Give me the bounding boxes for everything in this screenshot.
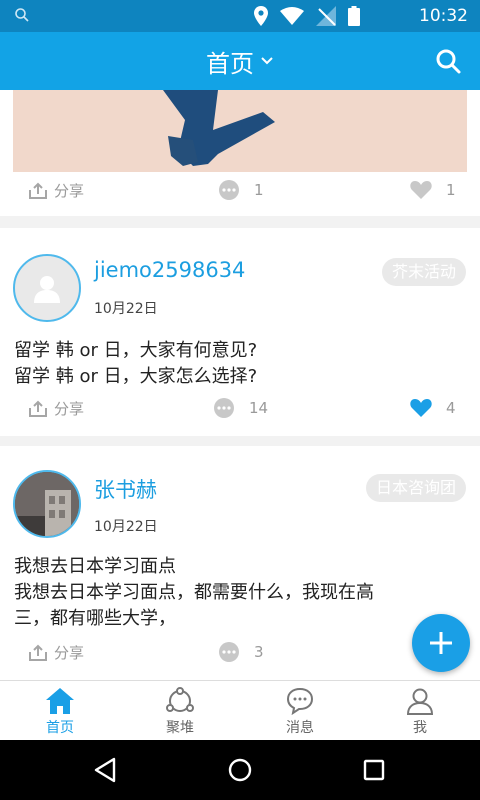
post-image[interactable] bbox=[13, 90, 467, 172]
avatar-photo bbox=[15, 472, 79, 536]
post-text-line: 我想去日本学习面点 bbox=[14, 556, 176, 577]
home-icon bbox=[46, 688, 74, 714]
post-body[interactable]: 我想去日本学习面点 我想去日本学习面点，都需要什么，我现在高 三，都有哪些大学， bbox=[14, 554, 454, 632]
comment-count: 3 bbox=[254, 643, 264, 661]
wifi-icon bbox=[280, 7, 304, 25]
share-button[interactable]: 分享 bbox=[28, 398, 84, 419]
avatar[interactable] bbox=[13, 470, 81, 538]
post-text-line: 留学 韩 or 日，大家有何意见? bbox=[14, 340, 258, 361]
tab-group[interactable]: 聚堆 bbox=[120, 681, 240, 741]
group-icon bbox=[166, 687, 194, 712]
feed-list[interactable]: 分享 1 1 jiemo2598634 10月22日 芥末活动 留学 韩 or … bbox=[0, 90, 480, 680]
search-small-icon bbox=[15, 8, 29, 22]
post-text-line: 三，都有哪些大学， bbox=[14, 608, 176, 629]
post-card[interactable]: jiemo2598634 10月22日 芥末活动 留学 韩 or 日，大家有何意… bbox=[0, 228, 480, 436]
bottom-tab-bar: 首页 聚堆 消息 我 bbox=[0, 680, 480, 740]
comment-count: 1 bbox=[254, 181, 264, 199]
home-button-icon[interactable] bbox=[226, 756, 254, 784]
like-count: 4 bbox=[446, 399, 456, 417]
post-text-line: 留学 韩 or 日，大家怎么选择? bbox=[14, 366, 258, 387]
post-username[interactable]: 张书赫 bbox=[94, 474, 157, 504]
tab-home[interactable]: 首页 bbox=[0, 681, 120, 741]
tab-me[interactable]: 我 bbox=[360, 681, 480, 741]
comment-count: 14 bbox=[249, 399, 269, 417]
page-title-dropdown[interactable]: 首页 bbox=[0, 32, 480, 90]
share-icon bbox=[29, 644, 47, 661]
comment-button[interactable]: 1 bbox=[218, 180, 264, 200]
add-post-button[interactable] bbox=[412, 614, 470, 672]
app-bar: 首页 bbox=[0, 32, 480, 90]
like-count: 1 bbox=[446, 181, 456, 199]
plus-icon bbox=[430, 632, 452, 654]
share-label: 分享 bbox=[54, 182, 85, 200]
comment-icon bbox=[219, 180, 239, 200]
tab-label: 消息 bbox=[286, 720, 314, 736]
tab-messages[interactable]: 消息 bbox=[240, 681, 360, 741]
tab-label: 首页 bbox=[46, 720, 74, 736]
post-date: 10月22日 bbox=[94, 301, 158, 317]
back-icon[interactable] bbox=[92, 756, 120, 784]
share-button[interactable]: 分享 bbox=[28, 642, 84, 663]
location-icon bbox=[254, 6, 268, 26]
comment-icon bbox=[219, 642, 239, 662]
post-card[interactable]: 张书赫 10月22日 日本咨询团 我想去日本学习面点 我想去日本学习面点，都需要… bbox=[0, 446, 480, 680]
no-signal-icon bbox=[316, 6, 336, 26]
photo-content bbox=[163, 90, 275, 166]
message-icon bbox=[286, 687, 314, 715]
group-tag[interactable]: 日本咨询团 bbox=[365, 474, 466, 502]
comment-button[interactable]: 3 bbox=[218, 642, 264, 662]
post-actions: 分享 1 1 bbox=[0, 180, 480, 210]
share-label: 分享 bbox=[54, 644, 85, 662]
battery-icon bbox=[348, 6, 360, 26]
like-button[interactable]: 1 bbox=[410, 180, 456, 200]
avatar[interactable] bbox=[13, 254, 81, 322]
share-icon bbox=[29, 400, 47, 417]
system-nav-bar bbox=[0, 740, 480, 800]
post-card[interactable]: 分享 1 1 bbox=[0, 90, 480, 216]
share-button[interactable]: 分享 bbox=[28, 180, 84, 201]
share-icon bbox=[29, 182, 47, 199]
share-label: 分享 bbox=[54, 400, 85, 418]
post-actions: 分享 14 4 bbox=[0, 398, 480, 428]
chevron-down-icon bbox=[261, 57, 273, 65]
group-tag[interactable]: 芥末活动 bbox=[381, 258, 466, 286]
post-text-line: 我想去日本学习面点，都需要什么，我现在高 bbox=[14, 582, 374, 603]
search-icon[interactable] bbox=[434, 47, 462, 75]
status-bar: 10:32 bbox=[0, 0, 480, 32]
comment-icon bbox=[214, 398, 234, 418]
default-avatar-icon bbox=[34, 276, 60, 303]
recents-icon[interactable] bbox=[360, 756, 388, 784]
like-button[interactable]: 4 bbox=[410, 398, 456, 418]
post-actions: 分享 3 bbox=[0, 642, 480, 672]
tab-label: 我 bbox=[413, 720, 427, 736]
heart-filled-icon bbox=[410, 399, 432, 417]
post-date: 10月22日 bbox=[94, 519, 158, 535]
post-body[interactable]: 留学 韩 or 日，大家有何意见? 留学 韩 or 日，大家怎么选择? bbox=[14, 338, 454, 390]
post-username[interactable]: jiemo2598634 bbox=[94, 258, 245, 282]
person-icon bbox=[406, 688, 434, 715]
status-time: 10:32 bbox=[419, 6, 468, 26]
tab-label: 聚堆 bbox=[166, 720, 194, 736]
comment-button[interactable]: 14 bbox=[213, 398, 268, 418]
page-title: 首页 bbox=[206, 49, 254, 78]
heart-icon bbox=[410, 181, 432, 199]
